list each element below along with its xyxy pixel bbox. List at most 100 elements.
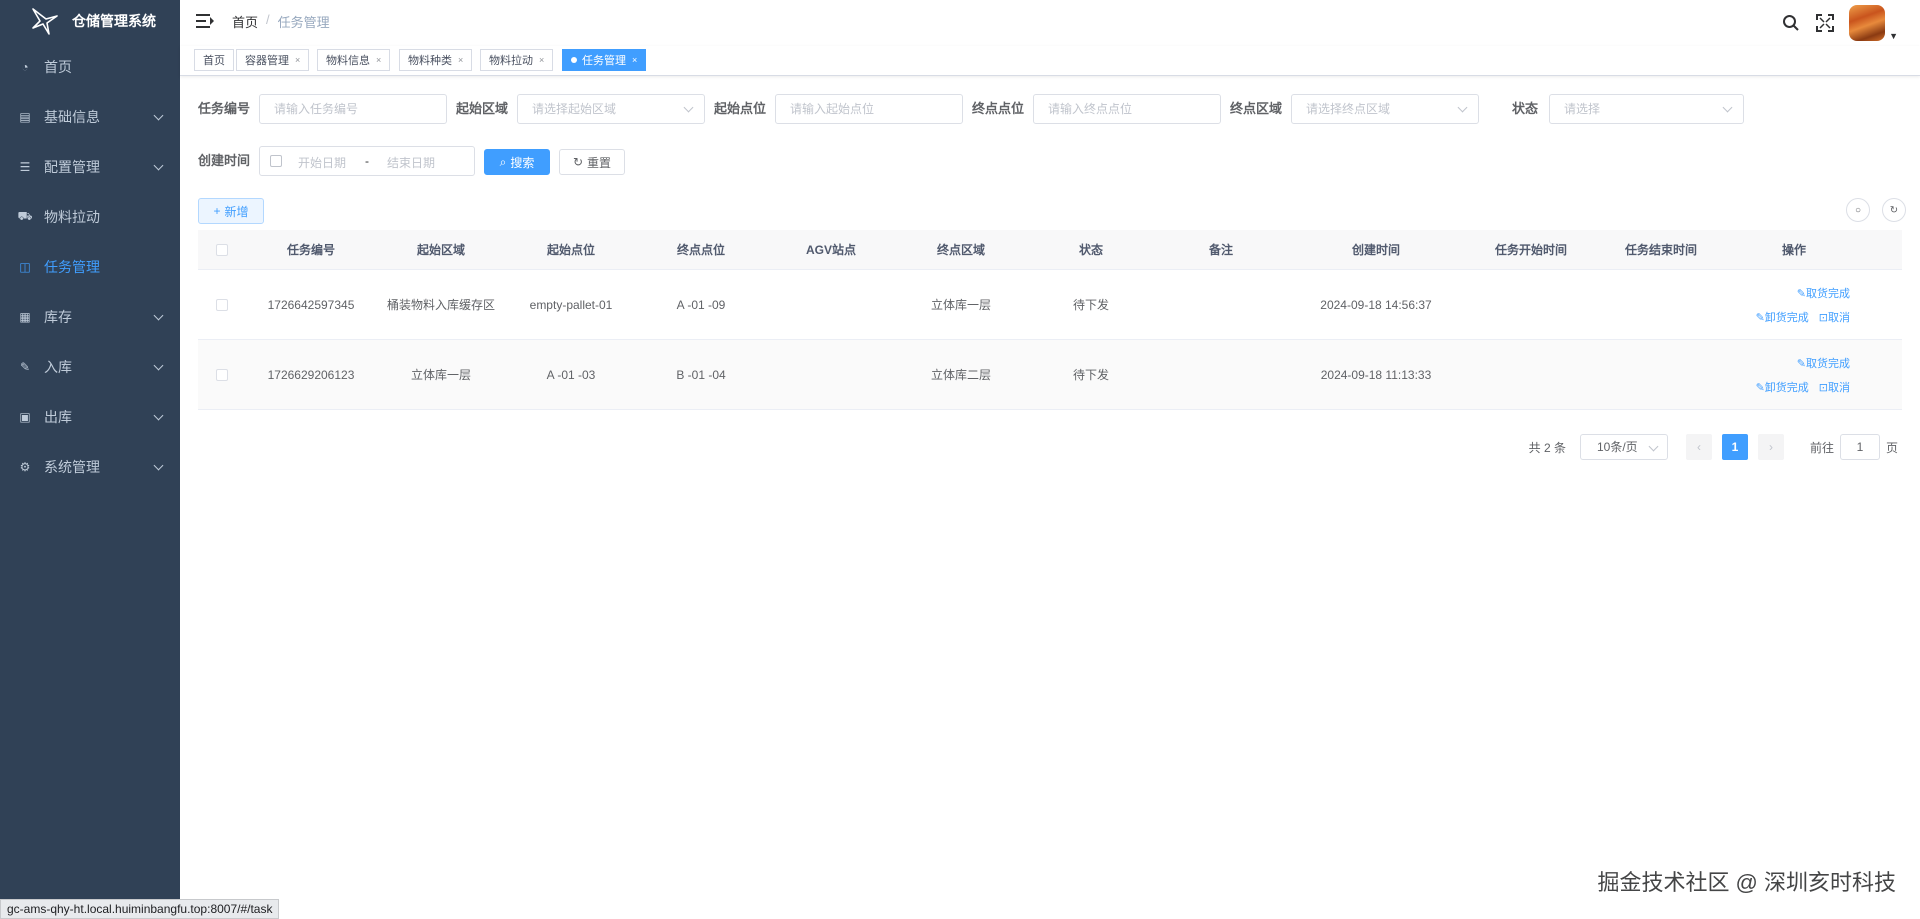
- end-date-placeholder[interactable]: 结束日期: [387, 154, 435, 171]
- watermark: 掘金技术社区 @ 深圳亥时科技: [1597, 870, 1896, 895]
- close-icon[interactable]: ×: [632, 55, 637, 65]
- tag-0[interactable]: 首页: [194, 49, 234, 71]
- navbar-right: ▼: [1781, 5, 1898, 41]
- delete-icon: ⊡: [1818, 311, 1828, 324]
- action-row: ✎卸货完成 ⊡取消: [1756, 379, 1850, 395]
- refresh-button[interactable]: ↻: [1882, 198, 1906, 222]
- action-row: ✎卸货完成 ⊡取消: [1756, 309, 1850, 325]
- chevron-down-icon: [1648, 441, 1659, 452]
- close-icon[interactable]: ×: [539, 55, 544, 65]
- page-suffix: 页: [1885, 440, 1898, 455]
- table-body: 1726642597345 桶装物料入库缓存区 empty-pallet-01 A -…: [198, 270, 1902, 410]
- caret-down-icon[interactable]: ▼: [1889, 31, 1898, 41]
- column-header: 备注: [1208, 243, 1233, 257]
- app-logo[interactable]: 仓储管理系统: [0, 0, 180, 42]
- sidebar-item-2[interactable]: ☰ 配置管理: [0, 142, 180, 192]
- fullscreen-icon[interactable]: [1815, 13, 1835, 33]
- cancel-label: 取消: [1828, 381, 1850, 394]
- sidebar: 仓储管理系统 ◔ 首页 ▤ 基础信息 ☰ 配置管理 ⛟ 物料拉动 ◫ 任务管理 ▦ 库存 ✎ 入库 ▣ 出库 ⚙…: [0, 0, 180, 919]
- tag-3[interactable]: 物料种类 ×: [399, 49, 473, 71]
- breadcrumb: 首页 / 任务管理: [232, 12, 330, 31]
- created-date-range[interactable]: 开始日期 - 结束日期: [259, 146, 475, 176]
- hamburger-icon[interactable]: [196, 14, 214, 28]
- end-area-select[interactable]: 请选择终点区域: [1291, 94, 1479, 124]
- cancel-link[interactable]: ⊡取消: [1819, 379, 1850, 395]
- sidebar-item-label: 系统管理: [44, 459, 100, 475]
- search-icon[interactable]: [1781, 13, 1801, 33]
- end-area-placeholder: 请选择终点区域: [1306, 102, 1391, 116]
- toggle-search-button[interactable]: ○: [1846, 198, 1870, 222]
- cell-start-point: A -01 -03: [546, 367, 596, 382]
- tag-5[interactable]: 任务管理 ×: [562, 49, 647, 71]
- search-icon: ○: [1854, 204, 1862, 216]
- cancel-link[interactable]: ⊡取消: [1819, 309, 1850, 325]
- unload-done-link[interactable]: ✎卸货完成: [1756, 379, 1809, 395]
- edit-icon: ✎: [1755, 311, 1765, 324]
- calendar-icon: [270, 155, 282, 167]
- close-icon[interactable]: ×: [376, 55, 381, 65]
- end-point-input[interactable]: 请输入终点点位: [1033, 94, 1221, 124]
- column-header: AGV站点: [805, 243, 856, 257]
- start-area-placeholder: 请选择起始区域: [532, 102, 617, 116]
- date-separator: -: [365, 154, 369, 168]
- avatar[interactable]: [1849, 5, 1886, 41]
- sidebar-item-5[interactable]: ▦ 库存: [0, 292, 180, 342]
- sidebar-item-0[interactable]: ◔ 首页: [0, 42, 180, 92]
- cell-end-point: B -01 -04: [676, 367, 726, 382]
- pickup-done-link[interactable]: ✎取货完成: [1797, 355, 1850, 371]
- page-size-select[interactable]: 10条/页: [1579, 434, 1668, 460]
- start-area-select[interactable]: 请选择起始区域: [517, 94, 705, 124]
- reset-button[interactable]: ↻ 重置: [559, 149, 625, 175]
- unload-done-link[interactable]: ✎卸货完成: [1756, 309, 1809, 325]
- select-all-checkbox[interactable]: [216, 243, 228, 256]
- close-icon[interactable]: ×: [295, 55, 300, 65]
- cell-task-no: 1726629206123: [267, 367, 355, 382]
- row-checkbox[interactable]: [216, 298, 228, 311]
- close-icon[interactable]: ×: [458, 55, 463, 65]
- sidebar-item-6[interactable]: ✎ 入库: [0, 342, 180, 392]
- start-date-placeholder[interactable]: 开始日期: [298, 154, 346, 171]
- cell-created: 2024-09-18 14:56:37: [1320, 297, 1432, 312]
- unload-done-label: 卸货完成: [1764, 311, 1809, 324]
- select-all-cell: [198, 243, 246, 256]
- cell-status: 待下发: [1072, 298, 1109, 312]
- start-point-input[interactable]: 请输入起始点位: [775, 94, 963, 124]
- page-number-1[interactable]: 1: [1721, 434, 1748, 460]
- chevron-down-icon: [153, 310, 164, 321]
- sidebar-item-8[interactable]: ⚙ 系统管理: [0, 442, 180, 492]
- edit-icon: ✎: [1796, 287, 1806, 300]
- search-button[interactable]: ⌕ 搜索: [484, 149, 550, 175]
- row-actions: ✎取货完成 ✎卸货完成 ⊡取消: [1726, 355, 1862, 395]
- status-placeholder: 请选择: [1564, 102, 1601, 116]
- sidebar-menu: ◔ 首页 ▤ 基础信息 ☰ 配置管理 ⛟ 物料拉动 ◫ 任务管理 ▦ 库存 ✎ 入库 ▣ 出库 ⚙ 系统管理: [0, 42, 180, 492]
- status-select[interactable]: 请选择: [1549, 94, 1744, 124]
- sidebar-item-label: 首页: [44, 59, 72, 75]
- refresh-icon: ↻: [572, 155, 584, 169]
- goto-page-input[interactable]: 1: [1839, 434, 1880, 460]
- tag-label: 物料种类: [408, 55, 452, 67]
- task-no-input[interactable]: 请输入任务编号: [259, 94, 447, 124]
- column-header: 创建时间: [1351, 243, 1400, 257]
- add-button[interactable]: + 新增: [198, 198, 264, 224]
- breadcrumb-home[interactable]: 首页: [232, 12, 258, 31]
- pickup-done-link[interactable]: ✎取货完成: [1797, 285, 1850, 301]
- pagination: 共 2 条 10条/页 ‹ 1 › 前往 1 页: [1529, 434, 1898, 460]
- sidebar-item-3[interactable]: ⛟ 物料拉动: [0, 192, 180, 242]
- row-checkbox[interactable]: [216, 368, 228, 381]
- add-button-label: 新增: [224, 204, 249, 219]
- sidebar-item-label: 配置管理: [44, 159, 100, 175]
- sidebar-item-7[interactable]: ▣ 出库: [0, 392, 180, 442]
- tag-1[interactable]: 容器管理 ×: [236, 49, 310, 71]
- next-page-button[interactable]: ›: [1757, 434, 1784, 460]
- sidebar-item-4[interactable]: ◫ 任务管理: [0, 242, 180, 292]
- created-time-label: 创建时间: [198, 153, 251, 168]
- cell-status: 待下发: [1072, 368, 1109, 382]
- cancel-label: 取消: [1828, 311, 1850, 324]
- tag-2[interactable]: 物料信息 ×: [317, 49, 391, 71]
- tag-4[interactable]: 物料拉动 ×: [480, 49, 554, 71]
- status-label: 状态: [1512, 101, 1539, 116]
- column-header: 起始点位: [546, 243, 595, 257]
- sidebar-item-1[interactable]: ▤ 基础信息: [0, 92, 180, 142]
- prev-page-button[interactable]: ‹: [1685, 434, 1712, 460]
- chevron-left-icon: ‹: [1696, 440, 1701, 454]
